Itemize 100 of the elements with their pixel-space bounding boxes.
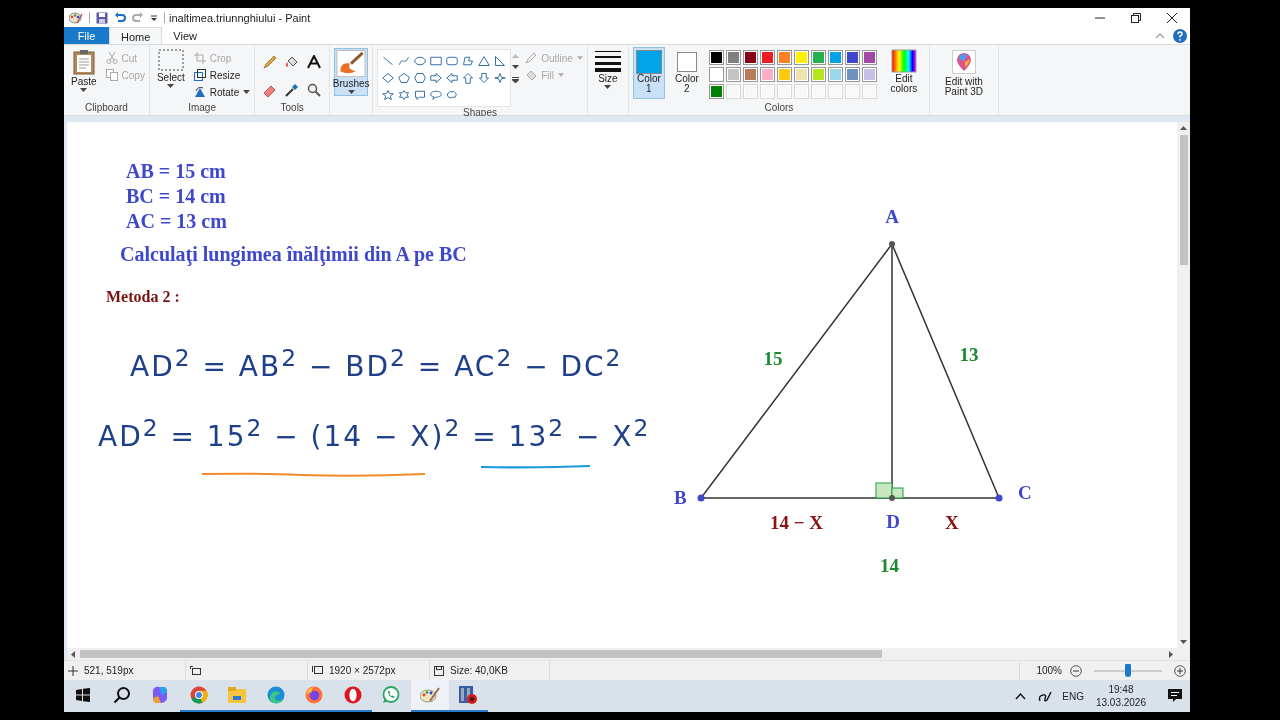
curve-line-shape-icon[interactable] xyxy=(398,55,411,67)
scrollbar-thumb[interactable] xyxy=(1179,135,1188,265)
color-swatch[interactable] xyxy=(776,50,792,65)
rotate-button[interactable]: Rotate xyxy=(193,84,251,100)
zoom-in-icon[interactable] xyxy=(1174,664,1186,677)
taskbar-button[interactable] xyxy=(410,680,449,712)
ribbon-tab[interactable]: View xyxy=(162,27,208,44)
color-swatch[interactable] xyxy=(844,50,860,65)
six-point-star-shape-icon[interactable] xyxy=(398,89,411,101)
left-arrow-shape-icon[interactable] xyxy=(446,72,459,84)
close-icon xyxy=(1167,12,1177,23)
vertical-scrollbar[interactable] xyxy=(1177,122,1190,648)
browser-icon xyxy=(266,686,285,704)
triangle-shape-icon[interactable] xyxy=(478,55,491,67)
cloud-callout-shape-icon[interactable] xyxy=(446,89,459,101)
save-icon[interactable] xyxy=(96,11,108,24)
color-swatch[interactable] xyxy=(742,50,758,65)
edit-with-paint-3d-button[interactable]: Edit with Paint 3D xyxy=(933,48,994,99)
color-swatch[interactable] xyxy=(793,67,809,82)
file-size: Size: 40,0KB xyxy=(450,665,508,676)
scroll-down-icon[interactable] xyxy=(512,65,520,70)
line-shape-icon[interactable] xyxy=(382,55,395,67)
color-swatch[interactable] xyxy=(776,67,792,82)
star-shape-icon[interactable] xyxy=(382,89,395,101)
text-icon[interactable] xyxy=(307,55,322,69)
color-swatch[interactable] xyxy=(827,50,843,65)
oval-shape-icon[interactable] xyxy=(414,55,427,67)
handwritten-equation: AD$^{2}$ = 15$^{2}$ − (14 − X)$^{2}$ = 13$^{2}$ − X$^{2}$ xyxy=(98,414,651,454)
down-arrow-shape-icon[interactable] xyxy=(478,72,491,84)
right-triangle-shape-icon[interactable] xyxy=(494,55,507,67)
color-swatch[interactable] xyxy=(759,67,775,82)
color-spectrum-icon xyxy=(890,49,917,73)
pencil-icon[interactable] xyxy=(263,55,278,69)
dropdown-icon[interactable] xyxy=(150,13,158,22)
brushes-button[interactable]: Brushes xyxy=(334,48,369,96)
fill-bucket-icon[interactable] xyxy=(285,55,300,69)
color-swatch[interactable] xyxy=(793,50,809,65)
redo-icon[interactable] xyxy=(132,11,144,24)
color-swatch[interactable] xyxy=(810,50,826,65)
diamond-shape-icon[interactable] xyxy=(382,72,395,84)
problem-statement: Calculaţi lungimea înălţimii din A pe BC xyxy=(120,242,467,267)
scroll-down-icon[interactable] xyxy=(1180,640,1187,645)
up-arrow-shape-icon[interactable] xyxy=(462,72,475,84)
zoom-out-icon[interactable] xyxy=(1070,664,1082,677)
horizontal-scrollbar[interactable] xyxy=(67,648,1177,660)
pentagon-shape-icon[interactable] xyxy=(398,72,411,84)
notifications-icon[interactable] xyxy=(1168,689,1182,703)
hexagon-shape-icon[interactable] xyxy=(414,72,427,84)
color-slot-button[interactable]: Color 1 xyxy=(632,47,665,99)
speech-bubble-icon[interactable] xyxy=(414,89,427,101)
resize-button[interactable]: Resize xyxy=(193,67,251,83)
select-button[interactable]: Select xyxy=(153,47,188,90)
polygon-shape-icon[interactable] xyxy=(462,55,475,67)
paste-button[interactable]: Paste xyxy=(68,47,100,94)
scroll-up-icon[interactable] xyxy=(1180,125,1187,130)
clock[interactable]: 19:48 13.03.2026 xyxy=(1095,683,1146,709)
more-icon[interactable] xyxy=(512,77,520,83)
palette-icon xyxy=(419,687,440,703)
scroll-left-icon[interactable] xyxy=(70,650,75,658)
color-swatch[interactable] xyxy=(725,67,741,82)
color-swatch[interactable] xyxy=(810,67,826,82)
four-point-star-shape-icon[interactable] xyxy=(494,72,507,84)
ribbon-tab[interactable]: Home xyxy=(109,27,163,45)
restore-icon xyxy=(1131,12,1141,23)
canvas-size-icon xyxy=(312,665,323,676)
help-icon[interactable] xyxy=(1173,28,1187,43)
scroll-right-icon[interactable] xyxy=(1169,650,1174,658)
edit-colors-button[interactable]: Edit colors xyxy=(882,47,925,96)
color-picker-icon[interactable] xyxy=(285,82,300,97)
zoom-slider-thumb[interactable] xyxy=(1125,663,1131,677)
color-swatch[interactable] xyxy=(844,67,860,82)
size-button[interactable]: Size xyxy=(591,48,624,91)
input-language[interactable]: ENG xyxy=(1062,690,1084,702)
selection-icon xyxy=(157,49,184,71)
color-swatch[interactable] xyxy=(827,67,843,82)
undo-icon[interactable] xyxy=(114,11,126,24)
scrollbar-thumb[interactable] xyxy=(80,650,882,658)
given-value: BC = 14 cm xyxy=(126,184,227,209)
color-swatch[interactable] xyxy=(708,67,724,82)
color-swatch[interactable] xyxy=(861,67,877,82)
save-icon xyxy=(434,665,444,676)
chat-icon xyxy=(382,686,401,704)
color-swatch[interactable] xyxy=(725,50,741,65)
show-hidden-icons-icon[interactable] xyxy=(1015,692,1027,700)
paint-app-icon[interactable] xyxy=(69,11,83,24)
color-swatch[interactable] xyxy=(708,84,724,99)
right-arrow-shape-icon[interactable] xyxy=(430,72,443,84)
vertex-label: B xyxy=(674,487,687,508)
color-swatch[interactable] xyxy=(742,67,758,82)
pen-icon[interactable] xyxy=(1038,689,1053,703)
rectangle-shape-icon[interactable] xyxy=(430,55,443,67)
magnifier-icon[interactable] xyxy=(307,82,322,97)
color-slot-button[interactable]: Color 2 xyxy=(670,47,703,99)
file-menu-tab[interactable]: File xyxy=(64,27,109,44)
rounded-rectangle-shape-icon[interactable] xyxy=(446,55,459,67)
color-swatch[interactable] xyxy=(759,50,775,65)
color-swatch[interactable] xyxy=(861,50,877,65)
color-swatch[interactable] xyxy=(708,50,724,65)
collapse-ribbon-icon[interactable] xyxy=(1155,31,1165,40)
oval-callout-shape-icon[interactable] xyxy=(430,89,443,101)
